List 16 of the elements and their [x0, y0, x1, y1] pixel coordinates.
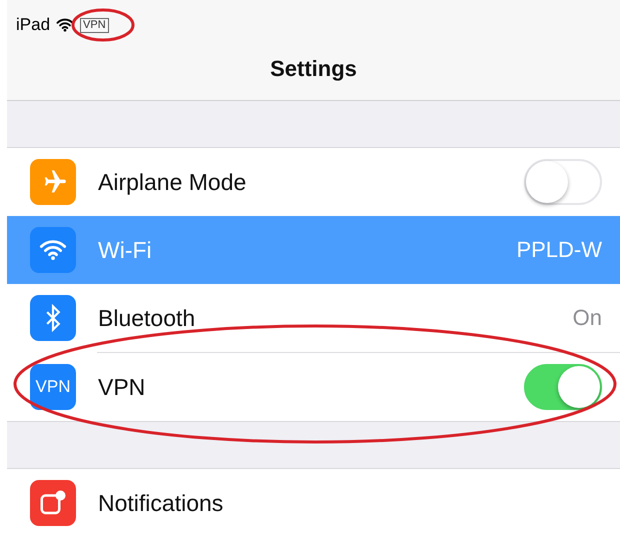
row-label: Notifications — [98, 490, 224, 516]
row-value: On — [572, 305, 602, 331]
toggle-switch[interactable] — [524, 364, 602, 410]
bluetooth-icon — [44, 304, 62, 332]
row-label: Wi-Fi — [98, 236, 153, 264]
annotation-ellipse — [72, 8, 134, 42]
vpn-icon: VPN — [30, 364, 76, 410]
wifi-signal-icon — [56, 18, 74, 32]
wifi-icon — [39, 239, 67, 261]
row-label: Airplane Mode — [98, 168, 248, 196]
vpn-status-badge: VPN — [80, 18, 109, 32]
row-label: Bluetooth — [98, 304, 196, 332]
row-value: PPLD-W — [516, 237, 602, 263]
device-name: iPad — [16, 15, 50, 35]
nav-title: Settings — [270, 56, 357, 82]
row-label: VPN — [98, 374, 146, 400]
